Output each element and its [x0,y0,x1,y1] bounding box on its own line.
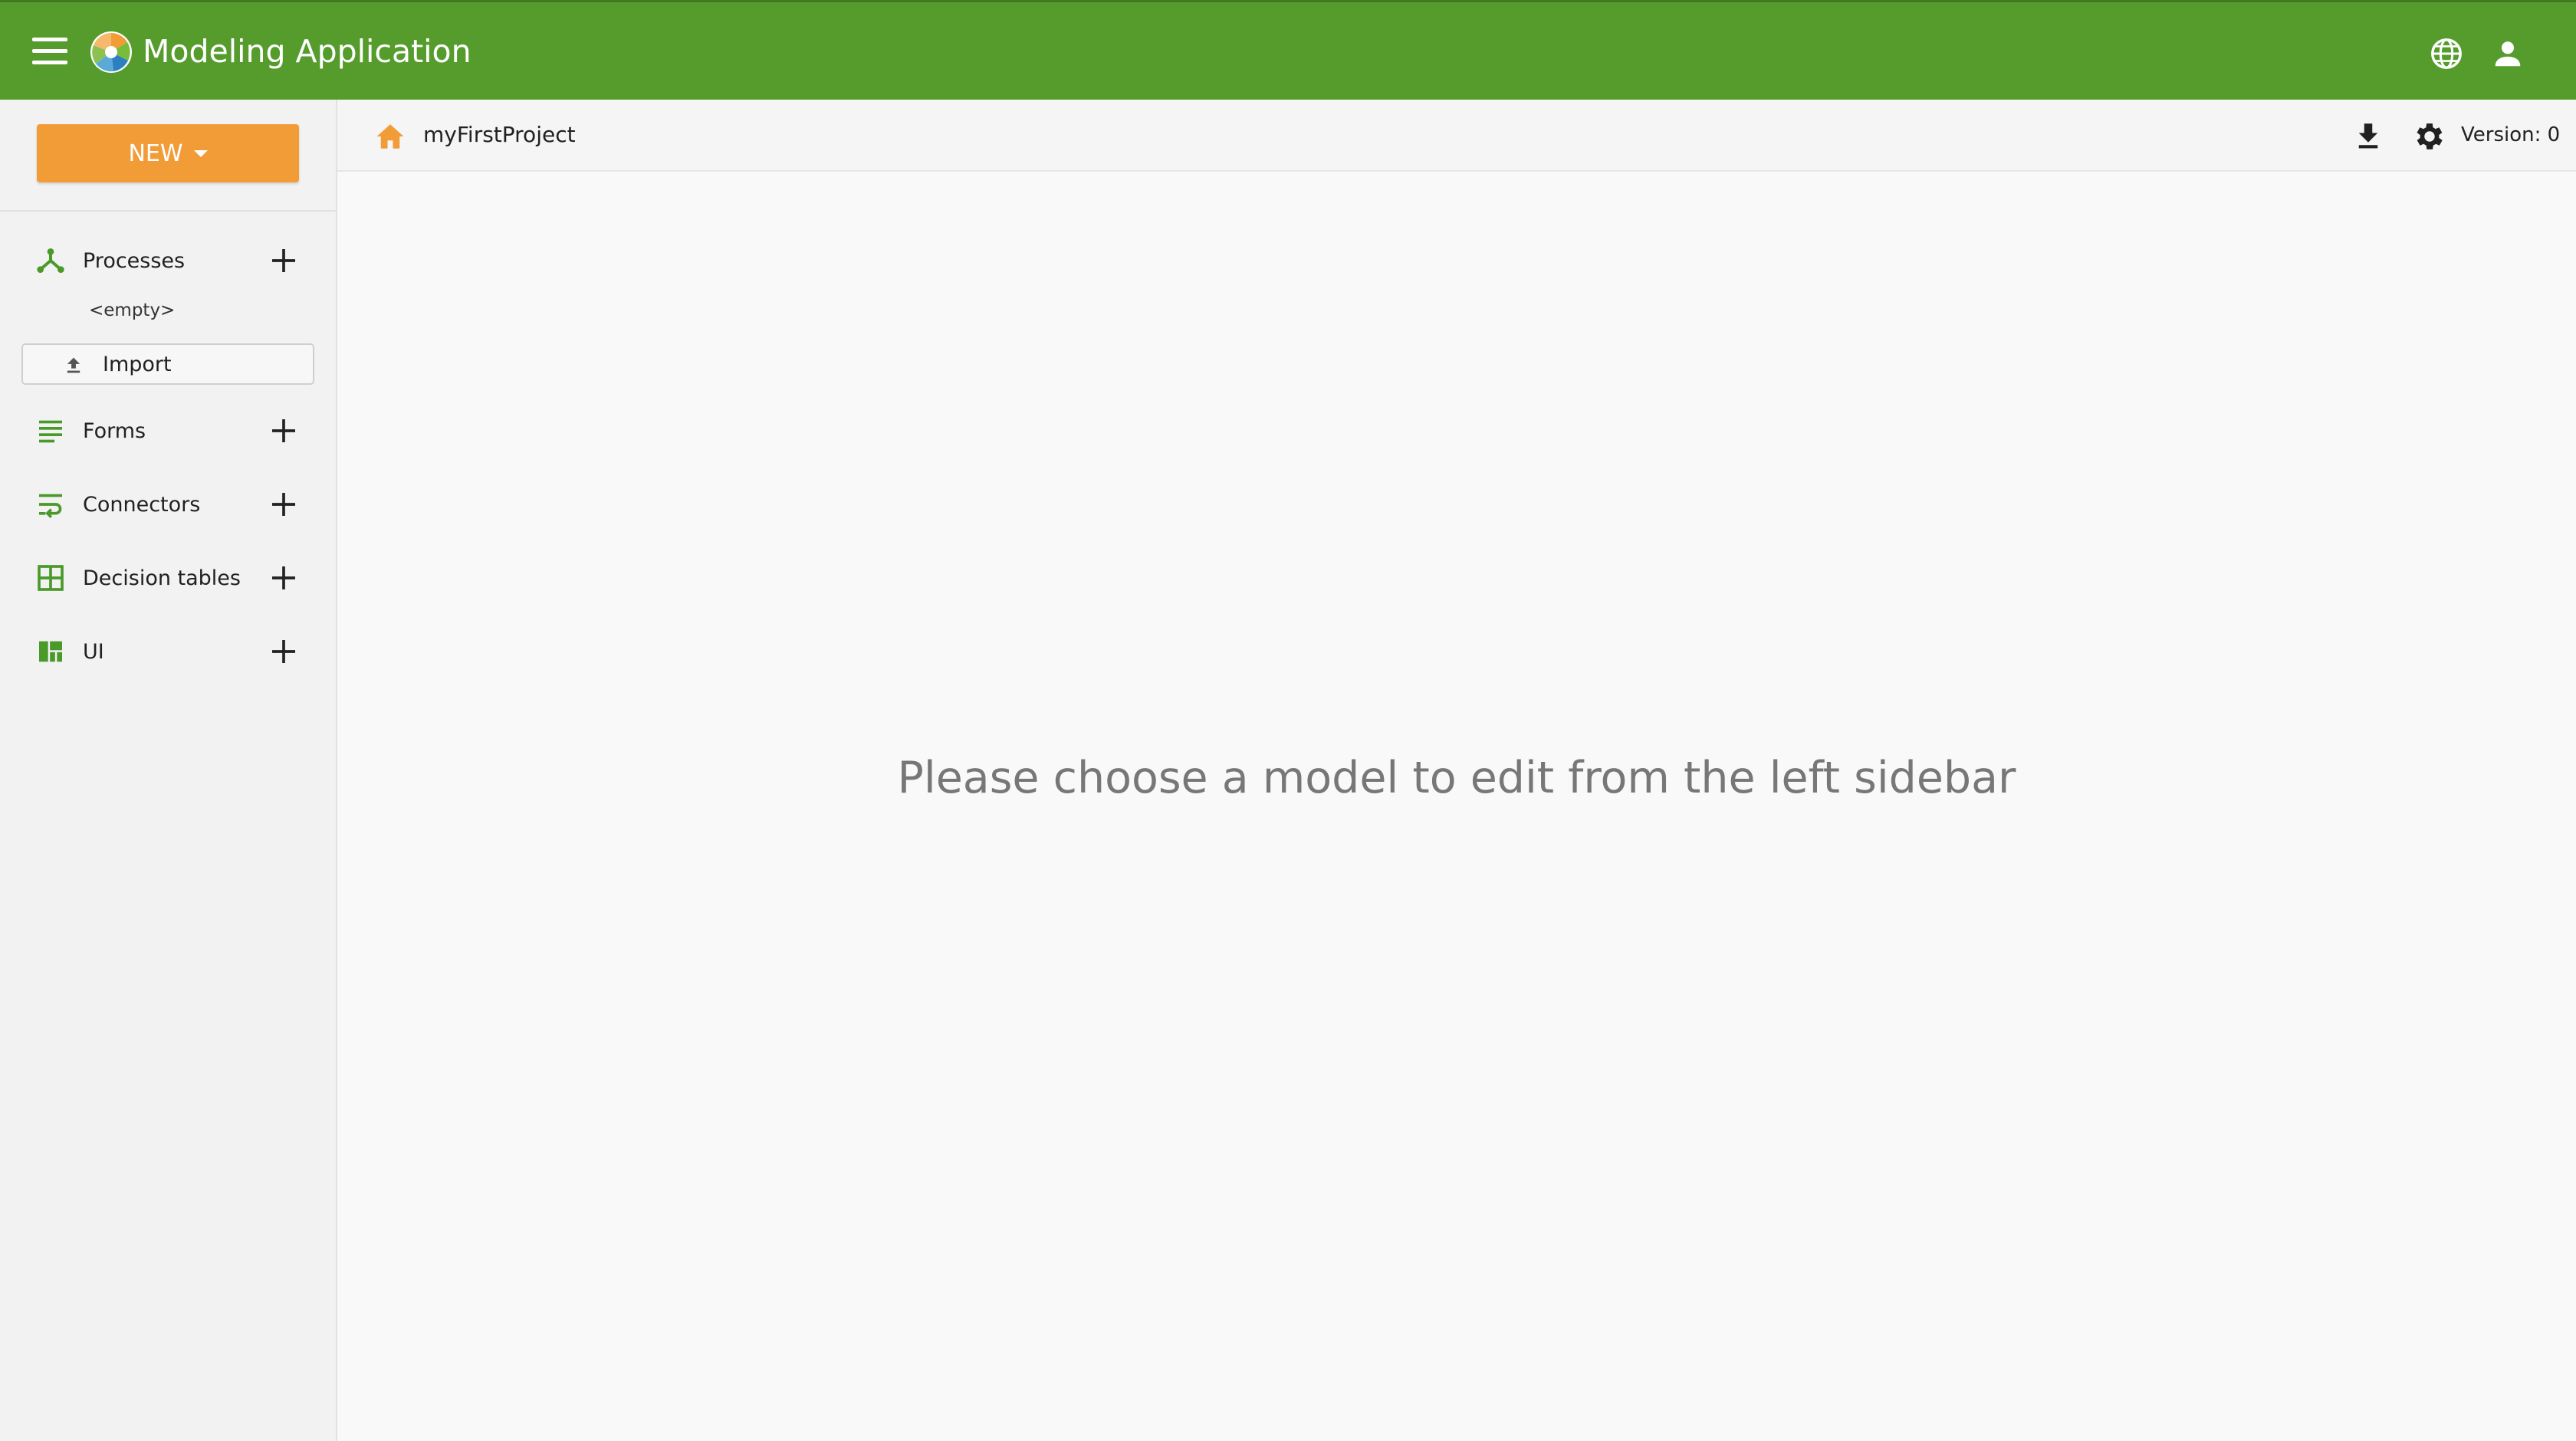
app-logo-icon [90,31,132,73]
sidebar-item-label: Processes [83,248,186,273]
new-button-label: NEW [128,140,183,167]
connectors-icon [39,494,62,518]
add-connector-icon[interactable] [268,489,299,520]
menu-icon[interactable] [32,38,67,65]
sidebar-item-label: Connectors [83,492,201,517]
import-button[interactable]: Import [21,343,314,385]
app-header: Modeling Application [0,0,2576,100]
forms-icon [39,420,62,443]
sidebar-item-processes[interactable]: Processes [0,233,336,288]
language-globe-icon[interactable] [2429,36,2464,71]
processes-icon [37,248,64,273]
version-label: Version: 0 [2461,123,2561,146]
upload-icon [67,357,80,373]
sidebar-divider [0,210,336,212]
empty-state-message: Please choose a model to edit from the l… [897,753,2016,803]
sidebar-item-ui[interactable]: UI [0,624,336,679]
download-icon[interactable] [2352,120,2384,152]
sidebar-item-connectors[interactable]: Connectors [0,477,336,532]
add-decision-table-icon[interactable] [268,563,299,593]
caret-down-icon [193,149,208,157]
project-name[interactable]: myFirstProject [423,122,576,147]
project-toolbar: myFirstProject Version: 0 [337,100,2576,172]
sidebar-item-label: Forms [83,419,146,443]
sidebar-item-label: Decision tables [83,566,241,590]
account-icon[interactable] [2490,36,2525,71]
left-sidebar: NEW Processes <empty> Import Forms Conne… [0,100,337,1441]
add-form-icon[interactable] [268,415,299,446]
main-content: myFirstProject Version: 0 Please choose … [337,100,2576,1441]
settings-gear-icon[interactable] [2412,119,2447,154]
add-process-icon[interactable] [268,245,299,276]
add-ui-icon[interactable] [268,636,299,667]
sidebar-item-forms[interactable]: Forms [0,403,336,458]
app-title: Modeling Application [143,33,472,70]
new-button[interactable]: NEW [37,124,299,182]
sidebar-item-label: UI [83,639,104,664]
sidebar-item-decision-tables[interactable]: Decision tables [0,550,336,606]
processes-empty-label: <empty> [89,300,176,320]
import-label: Import [103,353,172,376]
ui-icon [39,641,62,662]
decision-tables-icon [38,565,64,591]
home-icon[interactable] [374,120,406,153]
